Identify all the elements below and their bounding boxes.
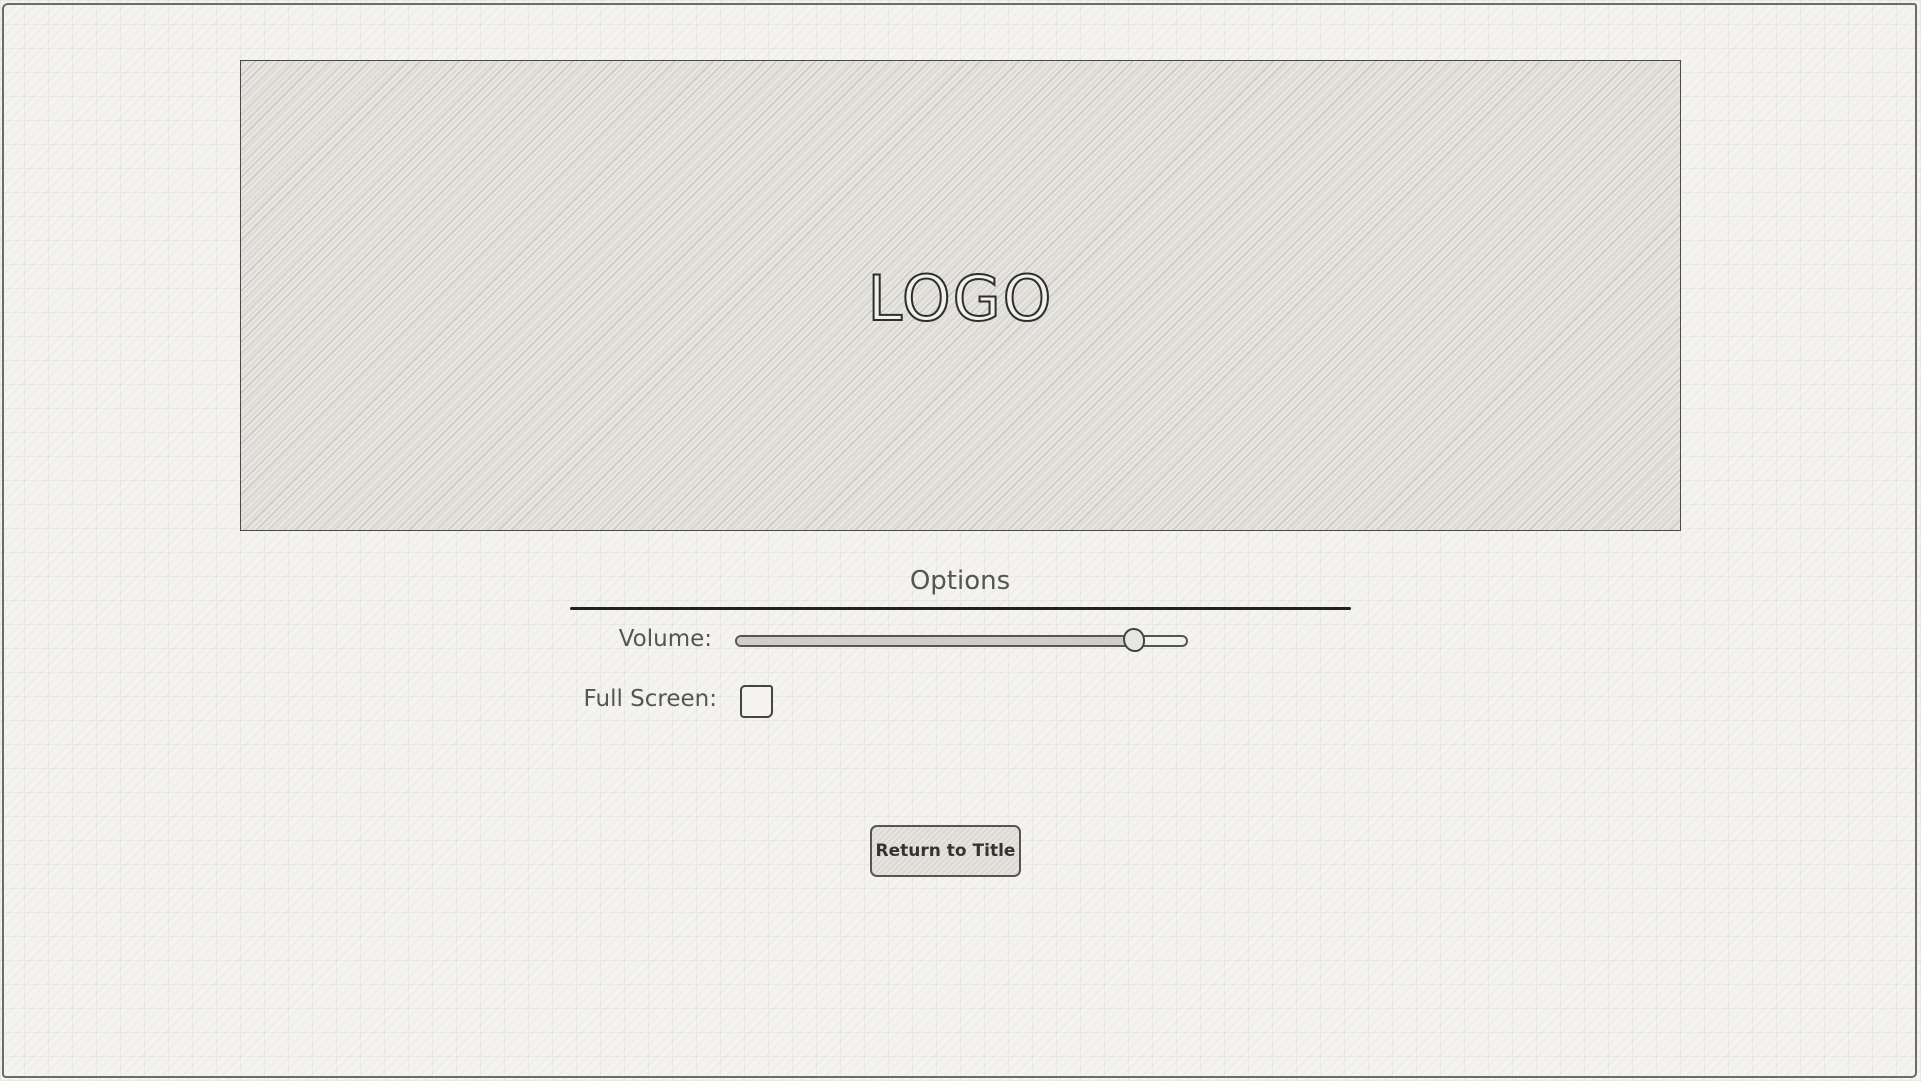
full-screen-checkbox[interactable] bbox=[740, 685, 773, 718]
return-to-title-button[interactable]: Return to Title bbox=[870, 825, 1021, 877]
volume-slider-fill bbox=[737, 637, 1134, 645]
options-title: Options bbox=[909, 566, 1011, 596]
logo-placeholder: LOGO bbox=[240, 60, 1681, 531]
logo-text: LOGO bbox=[867, 261, 1054, 336]
volume-slider-thumb[interactable] bbox=[1123, 628, 1145, 652]
volume-label: Volume: bbox=[618, 626, 712, 652]
volume-slider[interactable] bbox=[735, 628, 1188, 652]
options-divider bbox=[570, 607, 1351, 610]
full-screen-label: Full Screen: bbox=[583, 686, 717, 712]
